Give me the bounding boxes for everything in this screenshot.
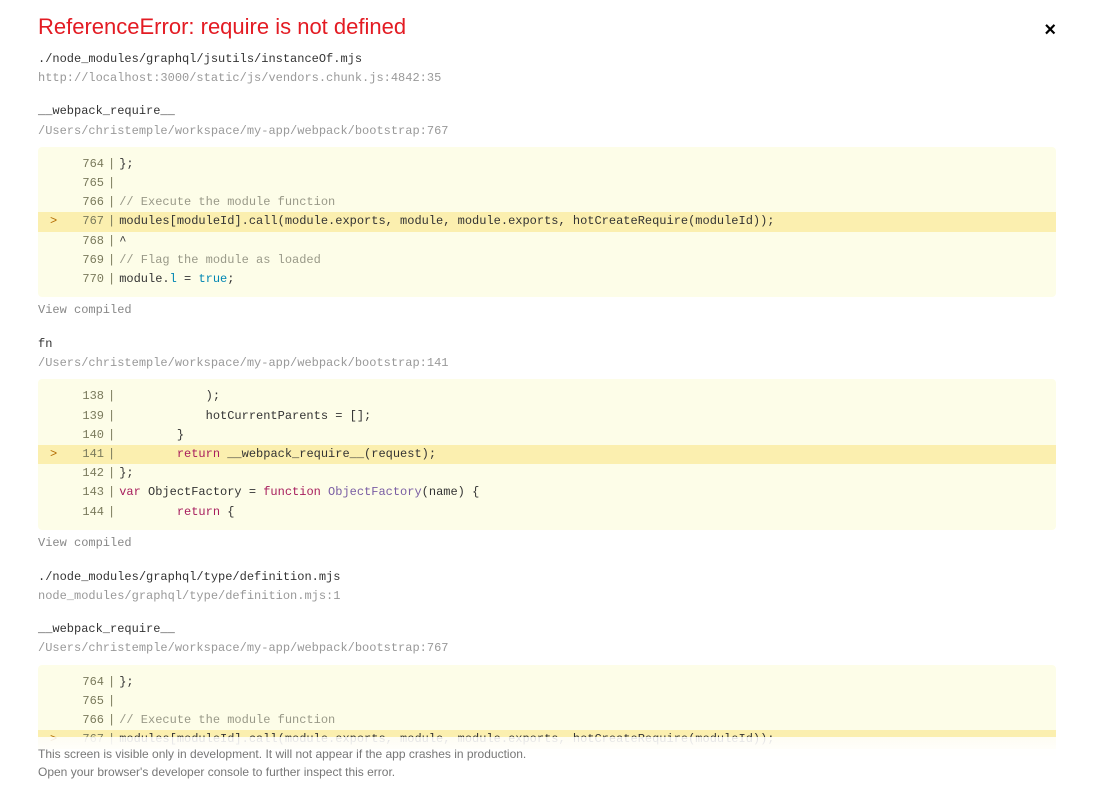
code-line: >141| return __webpack_require__(request… (38, 445, 1056, 464)
code-line: 139| hotCurrentParents = []; (38, 407, 1056, 426)
stack-frame: __webpack_require__/Users/christemple/wo… (38, 102, 1056, 317)
error-title: ReferenceError: require is not defined (38, 14, 406, 40)
frame-location: /Users/christemple/workspace/my-app/webp… (38, 354, 1056, 373)
stack-frame: fn/Users/christemple/workspace/my-app/we… (38, 335, 1056, 550)
code-line: >767|modules[moduleId].call(module.expor… (38, 212, 1056, 231)
header-row: ReferenceError: require is not defined × (38, 10, 1056, 50)
footer: This screen is visible only in developme… (0, 737, 1094, 791)
code-line: 766|// Execute the module function (38, 193, 1056, 212)
footer-line-2: Open your browser's developer console to… (38, 763, 1056, 781)
stack-frames: ./node_modules/graphql/jsutils/instanceO… (38, 50, 1056, 791)
code-line: 768|^ (38, 232, 1056, 251)
code-line: 769|// Flag the module as loaded (38, 251, 1056, 270)
code-line: 766|// Execute the module function (38, 711, 1056, 730)
frame-location: /Users/christemple/workspace/my-app/webp… (38, 122, 1056, 141)
code-line: 144| return { (38, 503, 1056, 522)
frame-location: http://localhost:3000/static/js/vendors.… (38, 69, 1056, 88)
error-overlay: ReferenceError: require is not defined ×… (0, 0, 1094, 791)
frame-function: ./node_modules/graphql/jsutils/instanceO… (38, 50, 1056, 69)
frame-function: __webpack_require__ (38, 620, 1056, 639)
code-line: 143|var ObjectFactory = function ObjectF… (38, 483, 1056, 502)
code-line: 765| (38, 174, 1056, 193)
footer-line-1: This screen is visible only in developme… (38, 745, 1056, 763)
code-line: 142|}; (38, 464, 1056, 483)
close-icon[interactable]: × (1044, 20, 1056, 40)
frame-function: ./node_modules/graphql/type/definition.m… (38, 568, 1056, 587)
code-line: 140| } (38, 426, 1056, 445)
code-block: 138| ); 139| hotCurrentParents = []; 140… (38, 379, 1056, 529)
frame-location: node_modules/graphql/type/definition.mjs… (38, 587, 1056, 606)
view-compiled-link[interactable]: View compiled (38, 536, 1056, 550)
stack-frame: ./node_modules/graphql/type/definition.m… (38, 568, 1056, 606)
view-compiled-link[interactable]: View compiled (38, 303, 1056, 317)
code-line: 764|}; (38, 155, 1056, 174)
code-line: 764|}; (38, 673, 1056, 692)
code-line: 138| ); (38, 387, 1056, 406)
frame-function: __webpack_require__ (38, 102, 1056, 121)
code-line: 770|module.l = true; (38, 270, 1056, 289)
frame-location: /Users/christemple/workspace/my-app/webp… (38, 639, 1056, 658)
frame-function: fn (38, 335, 1056, 354)
stack-frame: ./node_modules/graphql/jsutils/instanceO… (38, 50, 1056, 88)
code-block: 764|}; 765| 766|// Execute the module fu… (38, 147, 1056, 297)
code-line: 765| (38, 692, 1056, 711)
